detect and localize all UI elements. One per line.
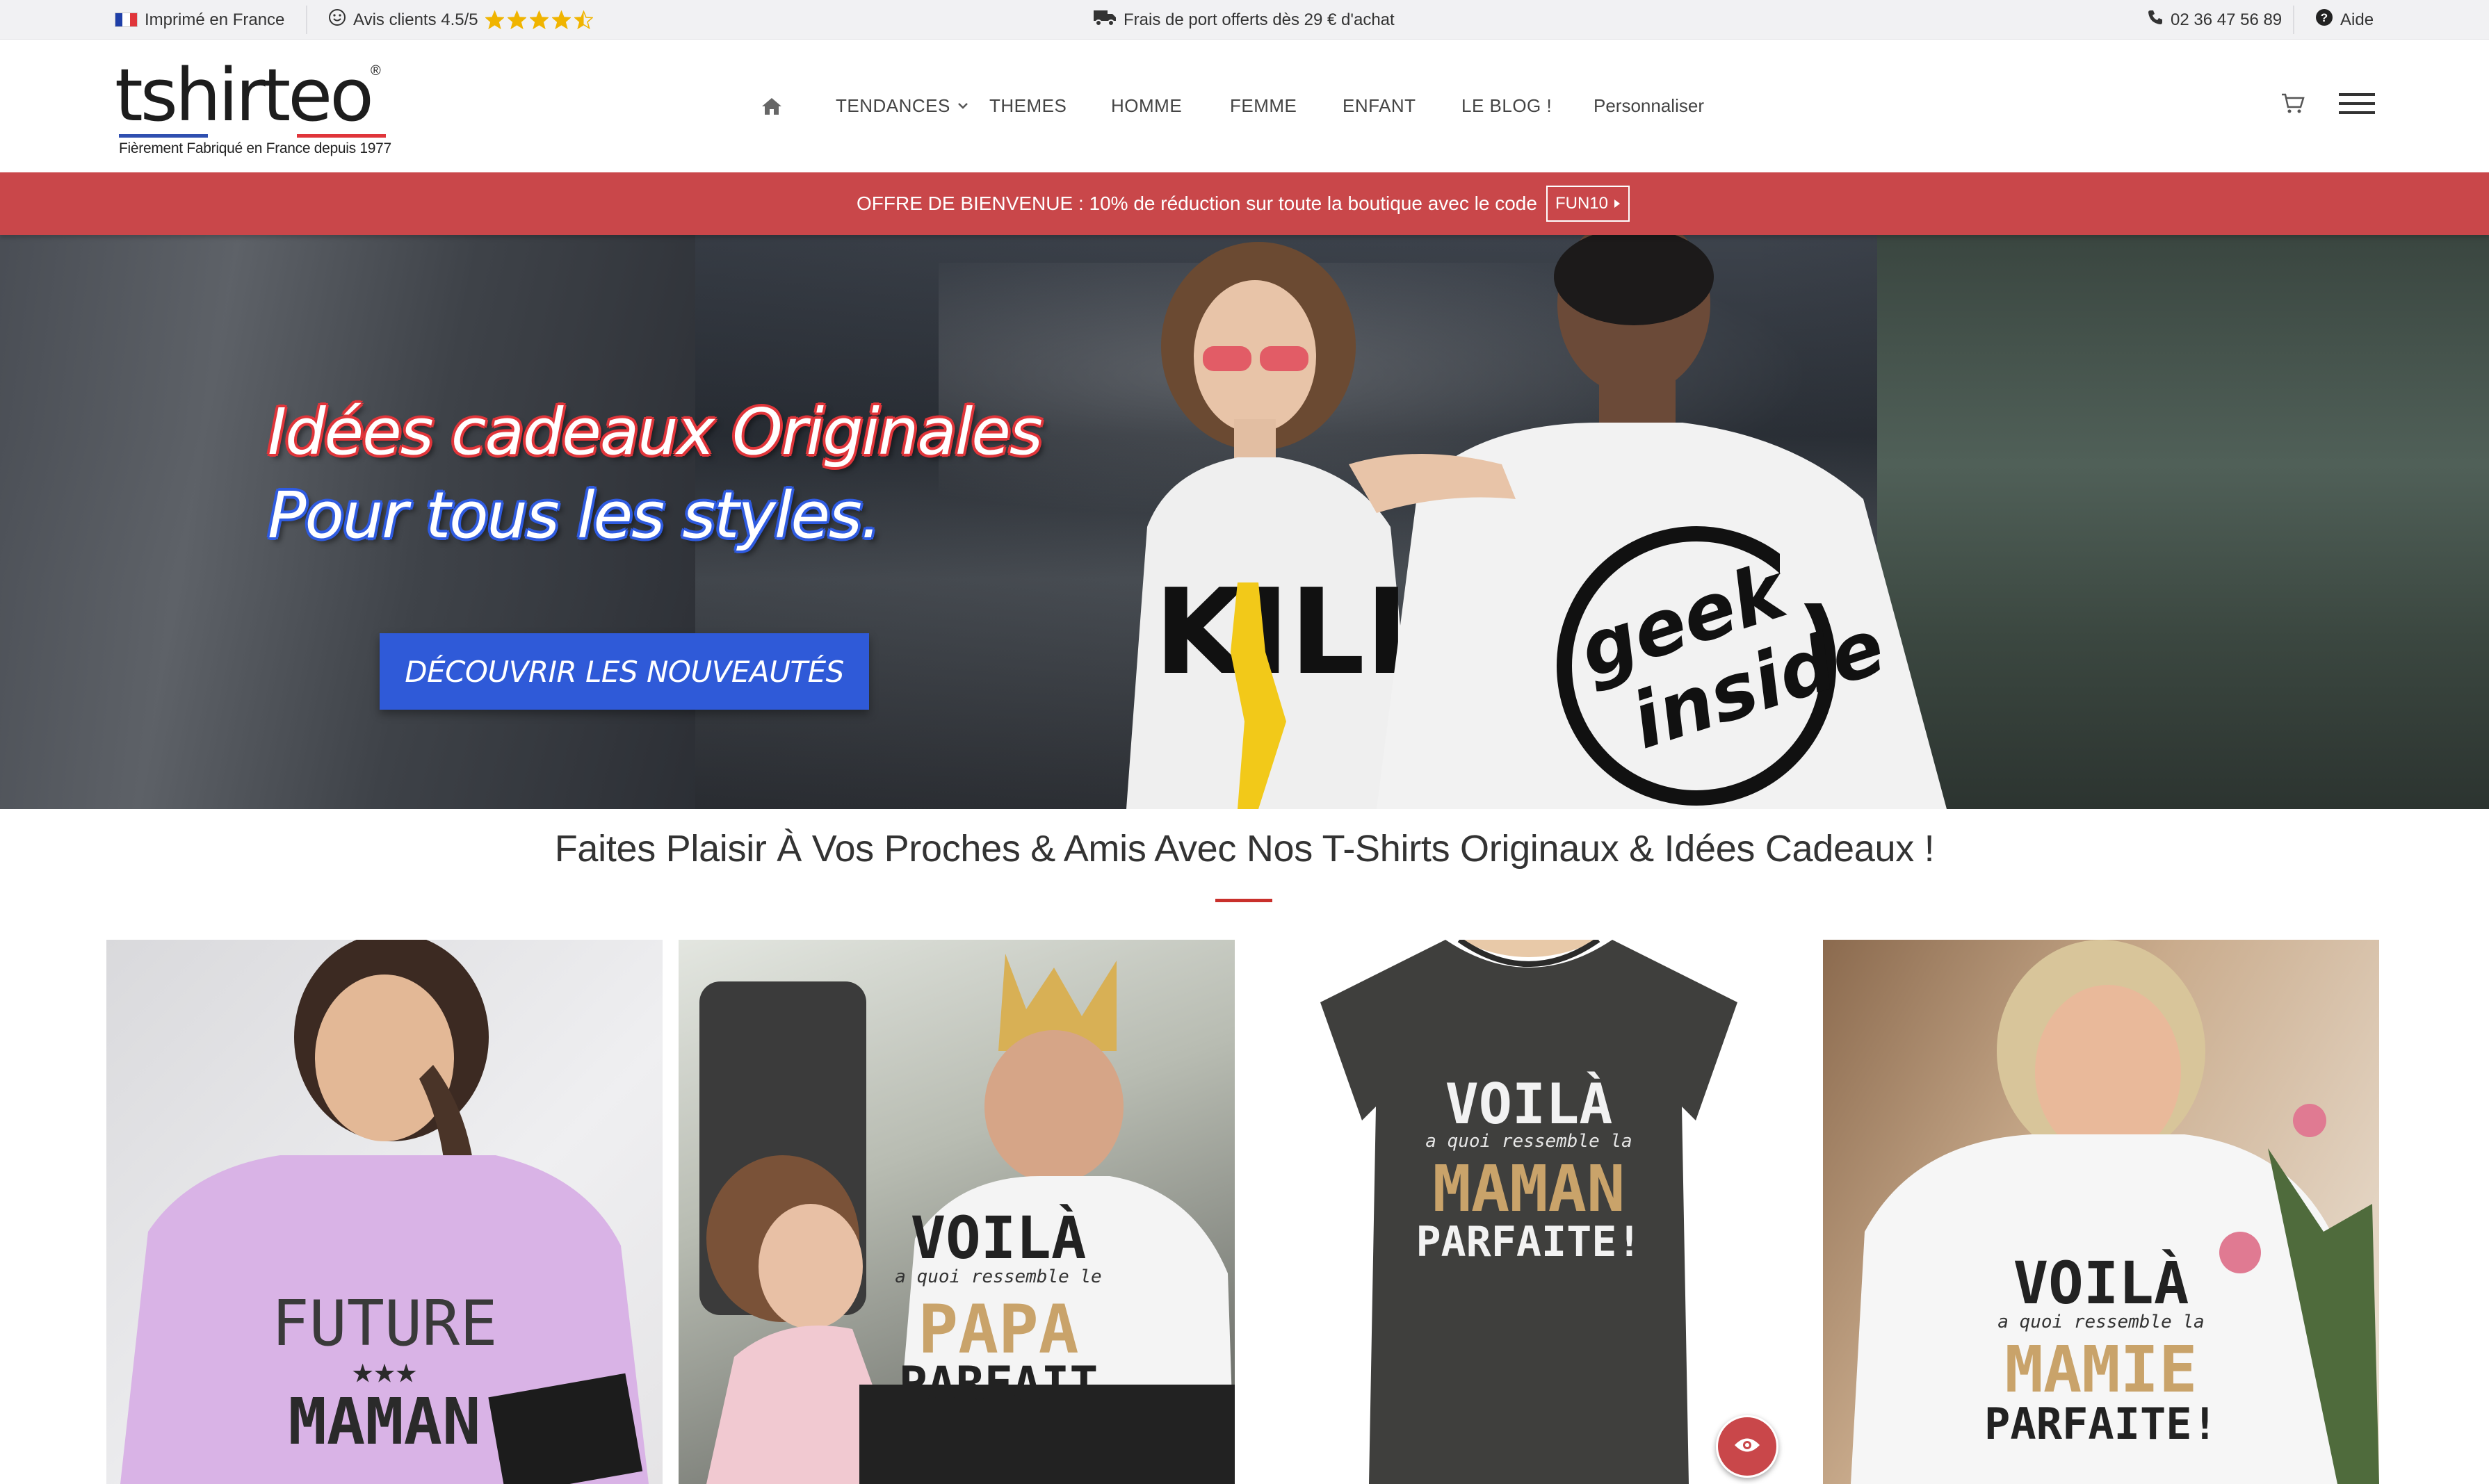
truck-icon: [1093, 8, 1117, 31]
hamburger-menu-icon: [2339, 92, 2375, 120]
phone-icon: [2147, 9, 2164, 31]
divider: [306, 6, 307, 34]
product-print-line3: PARFAITE!: [1984, 1399, 2218, 1449]
logo-tagline: Fièrement Fabriqué en France depuis 1977: [119, 140, 391, 156]
nav-trends[interactable]: TENDANCES: [836, 40, 968, 172]
nav-men[interactable]: HOMME: [1111, 40, 1182, 172]
help-label: Aide: [2340, 10, 2374, 29]
caret-right-icon: [1614, 194, 1621, 213]
free-shipping-notice: Frais de port offerts dès 29 € d'achat: [1093, 0, 1395, 40]
welcome-offer-text: OFFRE DE BIENVENUE : 10% de réduction su…: [857, 193, 1537, 214]
nav-customize[interactable]: Personnaliser: [1594, 40, 1704, 172]
top-info-bar: Imprimé en France Avis clients 4.5/5 Fra…: [0, 0, 2489, 40]
product-print-line2: MAMAN: [288, 1385, 481, 1459]
product-print-subline: a quoi ressemble la: [1425, 1131, 1632, 1152]
registered-mark: ®: [371, 63, 381, 79]
product-print-line1: VOILÀ: [1445, 1072, 1613, 1136]
france-flag-icon: [115, 13, 138, 27]
product-print-subline: a quoi ressemble le: [895, 1266, 1102, 1287]
free-shipping-label: Frais de port offerts dès 29 € d'achat: [1124, 10, 1395, 29]
discover-new-arrivals-button[interactable]: DÉCOUVRIR LES NOUVEAUTÉS: [380, 633, 869, 710]
product-print-line3: PARFAITE!: [1416, 1218, 1642, 1266]
nav-women[interactable]: FEMME: [1230, 40, 1297, 172]
product-print-subline: a quoi ressemble la: [1997, 1312, 2205, 1332]
reviews-link[interactable]: Avis clients 4.5/5: [328, 0, 593, 40]
product-print-line2: MAMAN: [1432, 1152, 1625, 1226]
chevron-down-icon: [957, 99, 968, 113]
phone-link[interactable]: 02 36 47 56 89: [2147, 0, 2282, 40]
quick-view-button[interactable]: [1716, 1415, 1778, 1478]
rating-star-icon: [507, 10, 526, 29]
product-tile-future-maman[interactable]: FUTURE ★★★ MAMAN: [106, 940, 663, 1484]
product-print-line1: VOILÀ: [910, 1204, 1087, 1272]
rating-star-icon: [485, 10, 504, 29]
nav-themes[interactable]: THEMES: [989, 40, 1067, 172]
nav-home[interactable]: [761, 40, 783, 172]
reviews-label: Avis clients 4.5/5: [353, 10, 478, 29]
logo-tricolor-stripe: [119, 134, 386, 138]
logo[interactable]: tshirteo ® Fièrement Fabriqué en France …: [115, 59, 393, 156]
question-circle-icon: ?: [2315, 8, 2333, 31]
cart-button[interactable]: [2280, 40, 2305, 172]
promo-code-button[interactable]: FUN10: [1546, 186, 1630, 222]
section-title-underline: [1215, 899, 1272, 902]
rating-star-icon: [551, 10, 571, 29]
promo-code-label: FUN10: [1555, 194, 1609, 213]
welcome-offer-bar: OFFRE DE BIENVENUE : 10% de réduction su…: [0, 172, 2489, 235]
printed-in-france: Imprimé en France: [115, 0, 284, 40]
smiley-icon: [328, 8, 346, 31]
product-print-line2: MAMIE: [2004, 1332, 2198, 1407]
rating-star-icon: [529, 10, 549, 29]
nav-kids[interactable]: ENFANT: [1343, 40, 1416, 172]
cart-icon: [2280, 92, 2305, 120]
product-tile-papa-parfait[interactable]: VOILÀ a quoi ressemble le PAPA PARFAIT: [679, 940, 1235, 1484]
home-icon: [761, 97, 783, 116]
nav-trends-label: TENDANCES: [836, 95, 950, 116]
menu-button[interactable]: [2339, 40, 2375, 172]
svg-text:?: ?: [2321, 11, 2328, 24]
nav-blog[interactable]: LE BLOG !: [1461, 40, 1552, 172]
hero-models-image: KILL geek inside: [1126, 235, 1947, 809]
product-print-line1: VOILÀ: [2013, 1249, 2189, 1317]
hero-title-line2: Pour tous les styles.: [268, 478, 881, 553]
product-tile-mamie-parfaite[interactable]: VOILÀ a quoi ressemble la MAMIE PARFAITE…: [1823, 940, 2379, 1484]
logo-wordmark: tshirteo: [115, 53, 374, 138]
phone-number: 02 36 47 56 89: [2171, 10, 2283, 29]
eye-icon: [1733, 1436, 1761, 1458]
section-title: Faites Plaisir À Vos Proches & Amis Avec…: [554, 828, 1935, 870]
divider: [2293, 6, 2294, 34]
printed-in-france-label: Imprimé en France: [145, 10, 285, 29]
hero-title-line1: Idées cadeaux Originales: [268, 395, 1043, 469]
product-tile-maman-parfaite[interactable]: VOILÀ a quoi ressemble la MAMAN PARFAITE…: [1251, 940, 1807, 1484]
rating-star-icon: [574, 10, 593, 29]
hero-banner: KILL geek inside Idées cadeaux Originale…: [0, 235, 2489, 809]
rating-stars: [485, 10, 593, 29]
product-print-line3: PARFAIT: [898, 1357, 1098, 1412]
site-header: tshirteo ® Fièrement Fabriqué en France …: [0, 40, 2489, 172]
help-link[interactable]: ? Aide: [2315, 0, 2374, 40]
